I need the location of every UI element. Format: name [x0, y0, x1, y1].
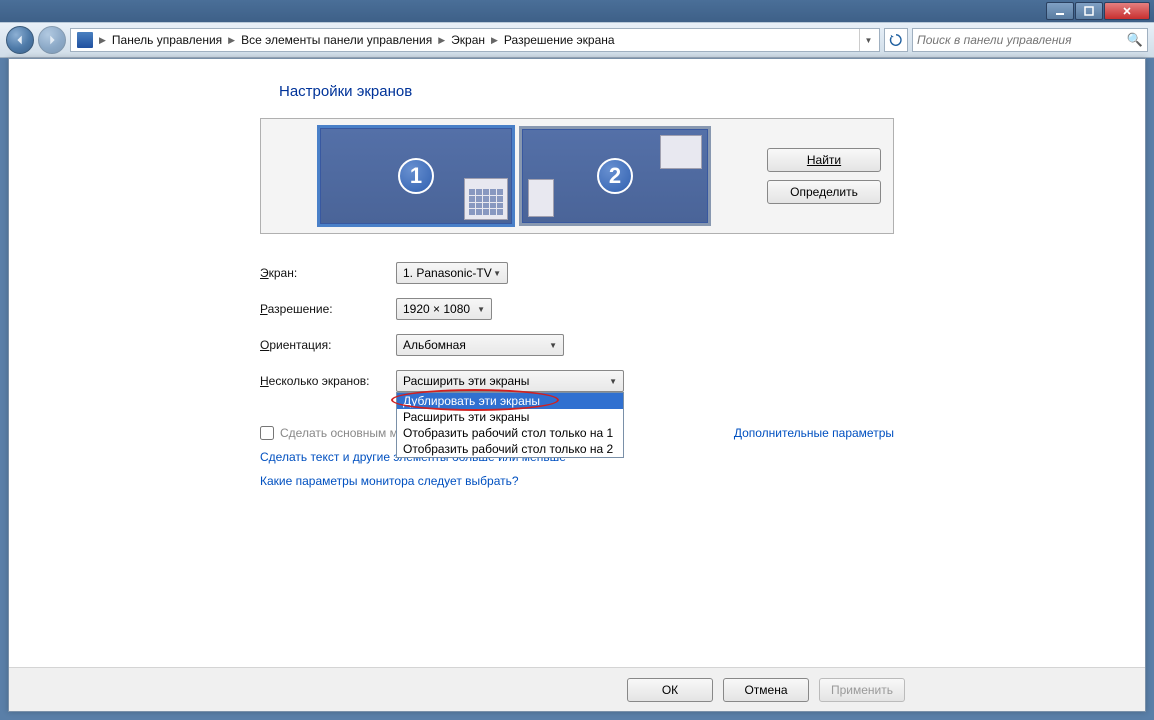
control-panel-icon: [77, 32, 93, 48]
breadcrumb[interactable]: ▶ Панель управления ▶ Все элементы панел…: [70, 28, 880, 52]
search-input[interactable]: [917, 33, 1127, 47]
refresh-button[interactable]: [884, 28, 908, 52]
find-button[interactable]: Найти: [767, 148, 881, 172]
screen-label: Экран:: [260, 266, 396, 280]
breadcrumb-item[interactable]: Экран: [447, 33, 489, 47]
apply-button: Применить: [819, 678, 905, 702]
window-icon: [660, 135, 702, 169]
chevron-right-icon: ▶: [489, 35, 500, 46]
monitor-preview-box: 1 2: [260, 118, 894, 234]
minimize-button[interactable]: [1046, 2, 1074, 20]
ok-button[interactable]: ОК: [627, 678, 713, 702]
multiple-displays-select[interactable]: Расширить эти экраны: [396, 370, 624, 392]
window-icon: [464, 178, 508, 220]
resolution-select[interactable]: 1920 × 1080: [396, 298, 492, 320]
chevron-right-icon: ▶: [226, 35, 237, 46]
dropdown-option[interactable]: Отобразить рабочий стол только на 1: [397, 425, 623, 441]
search-icon: 🔍: [1127, 32, 1143, 48]
content-area: Настройки экранов 1: [8, 58, 1146, 712]
monitor-1[interactable]: 1: [317, 125, 515, 227]
identify-button[interactable]: Определить: [767, 180, 881, 204]
advanced-settings-link[interactable]: Дополнительные параметры: [734, 426, 894, 440]
monitor-help-link[interactable]: Какие параметры монитора следует выбрать…: [260, 474, 894, 488]
screen-select[interactable]: 1. Panasonic-TV: [396, 262, 508, 284]
orientation-label: Ориентация:: [260, 338, 396, 352]
multiple-displays-label: Несколько экранов:: [260, 374, 396, 388]
dropdown-option[interactable]: Расширить эти экраны: [397, 409, 623, 425]
titlebar: [0, 0, 1154, 22]
navbar: ▶ Панель управления ▶ Все элементы панел…: [0, 22, 1154, 58]
dropdown-option[interactable]: Дублировать эти экраны: [397, 393, 623, 409]
window-icon: [528, 179, 554, 217]
monitor-2[interactable]: 2: [519, 126, 711, 226]
monitor-number: 2: [597, 158, 633, 194]
cancel-button[interactable]: Отмена: [723, 678, 809, 702]
breadcrumb-item[interactable]: Все элементы панели управления: [237, 33, 436, 47]
multiple-displays-dropdown: Дублировать эти экраны Расширить эти экр…: [396, 392, 624, 458]
resolution-label: Разрешение:: [260, 302, 396, 316]
bottom-bar: ОК Отмена Применить: [9, 667, 1145, 711]
breadcrumb-item[interactable]: Разрешение экрана: [500, 33, 619, 47]
forward-button[interactable]: [38, 26, 66, 54]
breadcrumb-dropdown[interactable]: ▼: [859, 29, 877, 51]
dropdown-option[interactable]: Отобразить рабочий стол только на 2: [397, 441, 623, 457]
monitor-number: 1: [398, 158, 434, 194]
chevron-right-icon: ▶: [97, 35, 108, 46]
chevron-right-icon: ▶: [436, 35, 447, 46]
breadcrumb-item[interactable]: Панель управления: [108, 33, 226, 47]
search-box[interactable]: 🔍: [912, 28, 1148, 52]
close-button[interactable]: [1104, 2, 1150, 20]
maximize-button[interactable]: [1075, 2, 1103, 20]
page-title: Настройки экранов: [279, 83, 412, 100]
primary-monitor-checkbox[interactable]: [260, 426, 274, 440]
orientation-select[interactable]: Альбомная: [396, 334, 564, 356]
back-button[interactable]: [6, 26, 34, 54]
